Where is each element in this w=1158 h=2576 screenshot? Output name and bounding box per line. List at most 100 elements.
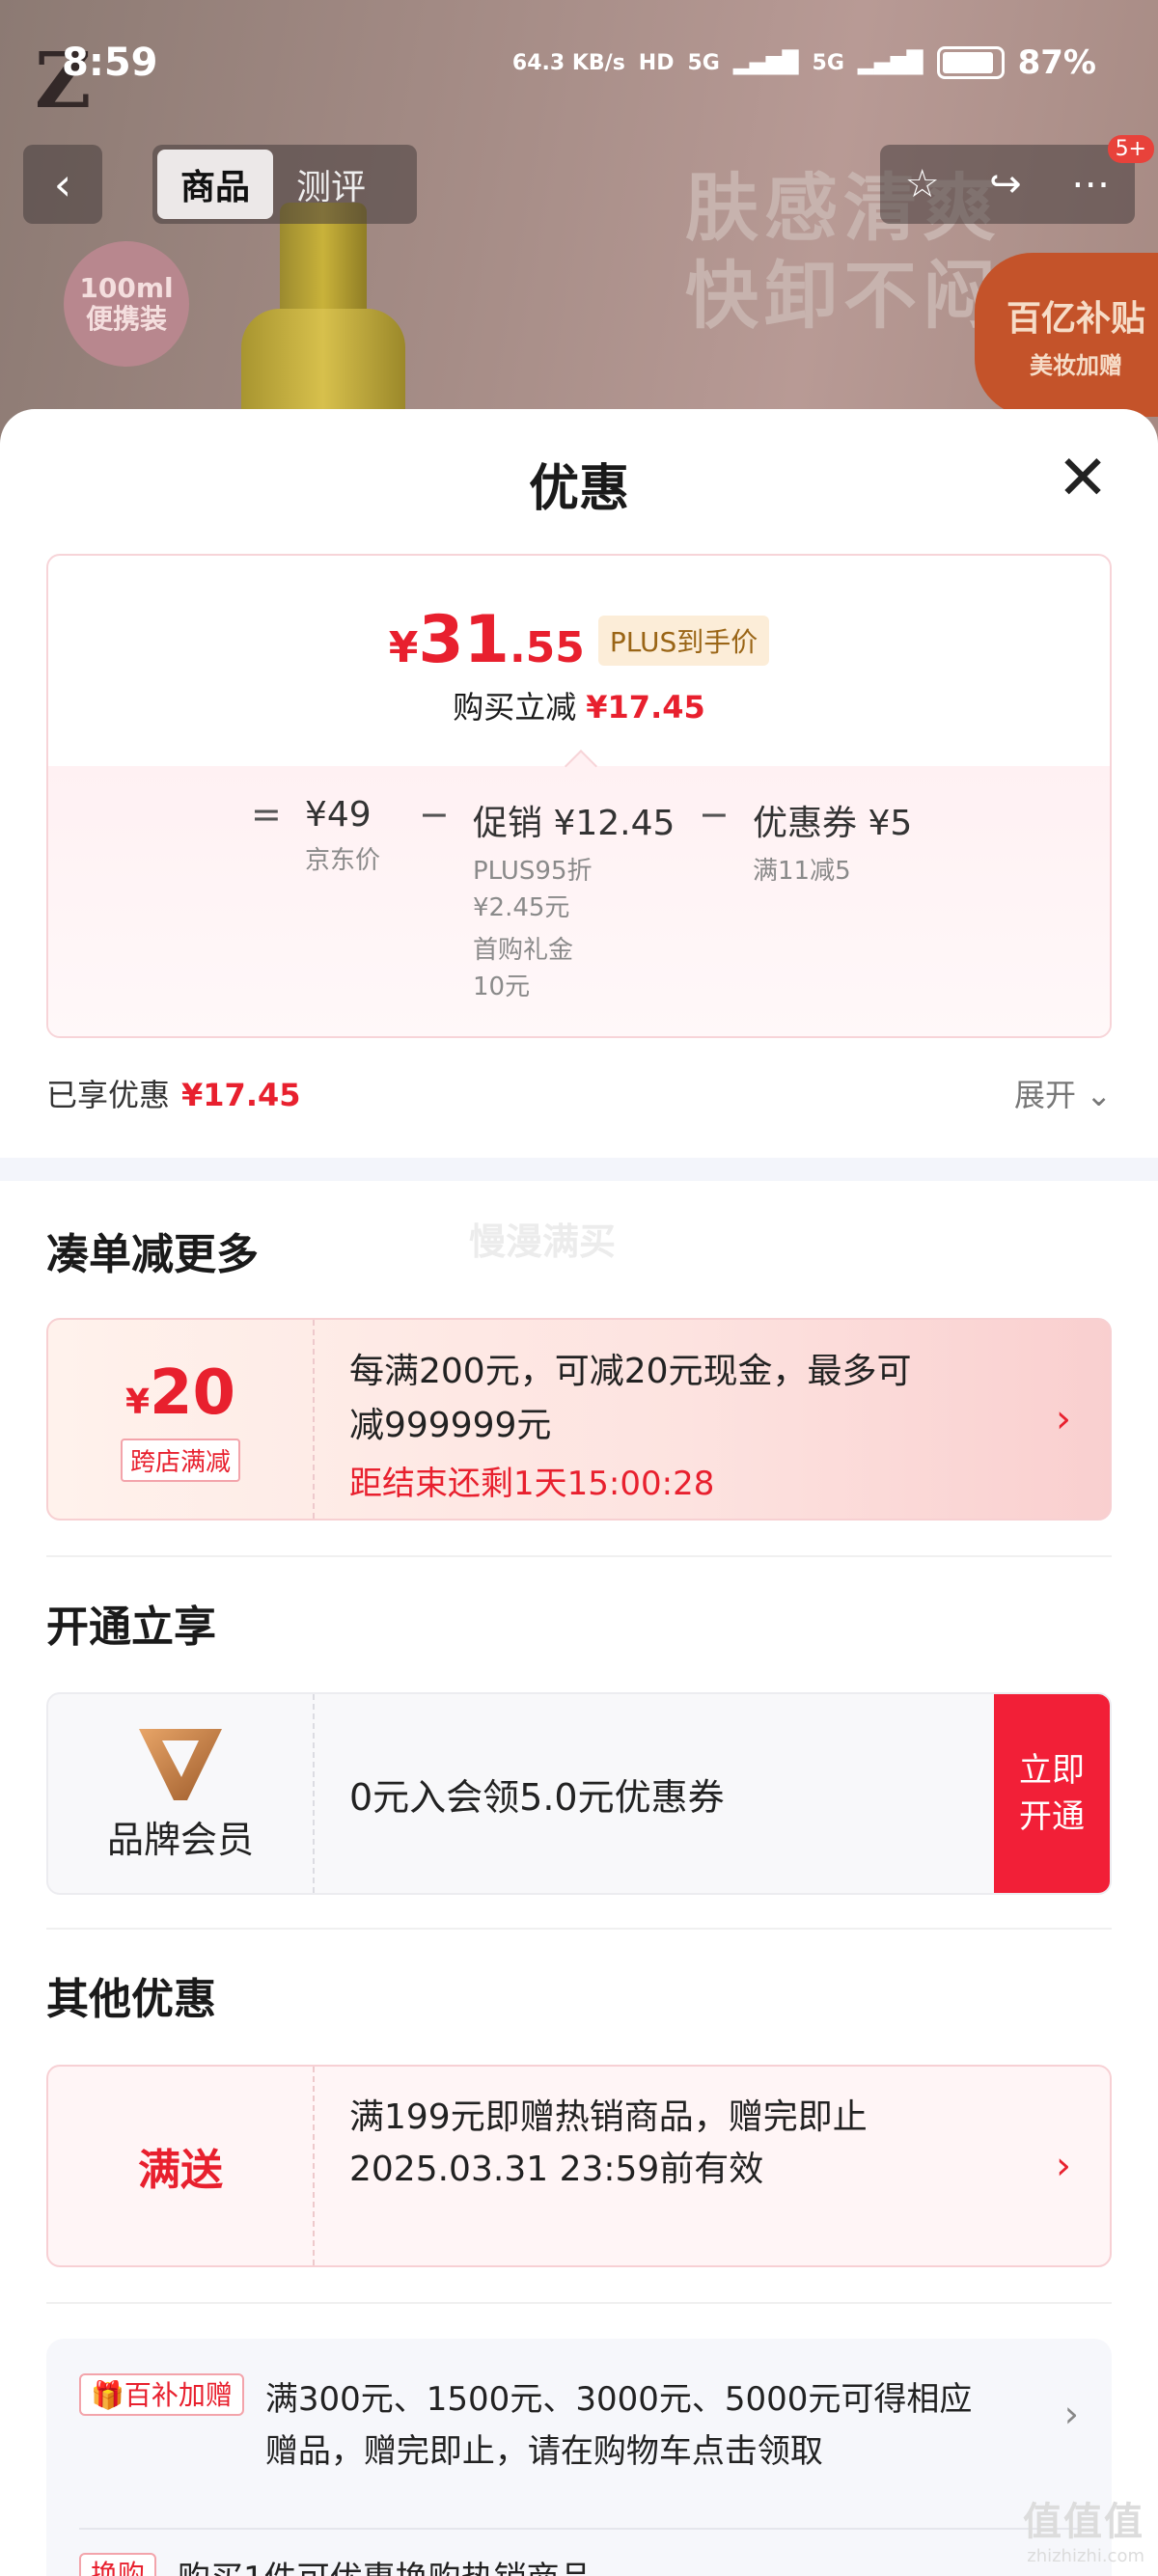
- gift-left: 满送: [48, 2067, 315, 2265]
- expand-button[interactable]: 展开 ⌄: [1014, 1071, 1112, 1115]
- minus-sign-2: −: [699, 793, 730, 836]
- promo-sub: PLUS95折 ¥2.45元 首购礼金 10元: [473, 853, 675, 1005]
- promo-list: 🎁百补加赠 满300元、1500元、3000元、5000元可得相应 赠品，赠完即…: [46, 2339, 1112, 2576]
- chevron-left-icon: ‹: [53, 158, 72, 210]
- signal-bars-icon-2: ▂▄▆█: [857, 50, 924, 75]
- coupon-currency: ¥: [124, 1382, 150, 1422]
- cross-store-coupon[interactable]: ¥20 跨店满减 每满200元，可减20元现金，最多可 减999999元 距结束…: [46, 1318, 1112, 1521]
- promo-sub4: 10元: [473, 973, 531, 1001]
- tab-product[interactable]: 商品: [157, 150, 273, 219]
- member-desc: 0元入会领5.0元优惠券: [349, 1776, 725, 1819]
- separator-3: [46, 2302, 1112, 2304]
- save-amount: ¥17.45: [586, 689, 705, 726]
- watermark-text: 慢漫满买: [469, 1220, 617, 1263]
- status-bar: 8:59 64.3 KB/s HD 5G ▂▄▆█ 5G ▂▄▆█ 87%: [0, 0, 1158, 125]
- gift-line1: 满199元即赠热销商品，赠完即止: [349, 2097, 868, 2137]
- coupon-col: 优惠券 ¥5 满11减5: [753, 795, 912, 890]
- promo-rule: [79, 2528, 1079, 2530]
- promo-col: 促销 ¥12.45 PLUS95折 ¥2.45元 首购礼金 10元: [473, 795, 675, 1005]
- gift-line2: 2025.03.31 23:59前有效: [349, 2150, 764, 2189]
- join-line1: 立即: [1019, 1751, 1085, 1790]
- price-integer: 31: [418, 602, 510, 678]
- base-price: ¥49: [305, 795, 372, 835]
- save-label: 购买立减: [453, 689, 577, 726]
- star-icon[interactable]: ☆: [905, 162, 940, 206]
- promo-item-subsidy-gift[interactable]: 🎁百补加赠 满300元、1500元、3000元、5000元可得相应 赠品，赠完即…: [79, 2373, 1079, 2478]
- chevron-right-icon-2: ›: [1056, 2144, 1071, 2188]
- subsidy-line2: 美妆加赠: [1030, 351, 1122, 379]
- promo-line1: 满300元、1500元、3000元、5000元可得相应: [264, 2380, 973, 2419]
- chevron-right-icon-3: ›: [1063, 2393, 1079, 2435]
- topbar-actions: ☆ ↪ ⋯ 5+: [880, 135, 1154, 224]
- more-icon[interactable]: ⋯: [1071, 162, 1110, 206]
- watermark-big: 值值值: [1023, 2500, 1144, 2544]
- sheet-title: 优惠: [528, 460, 629, 518]
- promo-tag-label: 百补加赠: [124, 2379, 233, 2411]
- discount-sheet: 优惠 ✕ ¥ 31 .55 PLUS到手价 购买立减 ¥17.45 = ¥49 京…: [0, 409, 1158, 2576]
- member-left: 品牌会员: [48, 1694, 315, 1893]
- purchase-discount: 购买立减 ¥17.45: [48, 683, 1110, 727]
- tab-review[interactable]: 测评: [273, 150, 389, 219]
- coupon-right: 每满200元，可减20元现金，最多可 减999999元 距结束还剩1天15:00…: [315, 1320, 1110, 1519]
- size-badge: 100ml 便携装: [64, 241, 189, 367]
- promo-tag-exchange: 换购: [79, 2553, 157, 2576]
- coupon-amount: ¥20: [125, 1357, 235, 1429]
- coupon-sub: 满11减5: [753, 857, 851, 886]
- chevron-right-icon: ›: [1056, 1397, 1071, 1441]
- promo-exchange-text: 购买1件可优惠换购热销商品: [178, 2553, 593, 2576]
- enjoyed-discount: 已享优惠 ¥17.45: [46, 1071, 301, 1115]
- subsidy-badge: 百亿补贴 美妆加赠: [975, 253, 1158, 417]
- promo-tag-subsidy: 🎁百补加赠: [79, 2373, 244, 2416]
- section-title-member: 开通立享: [46, 1603, 216, 1652]
- base-price-col: ¥49 京东价: [305, 795, 380, 879]
- price-decimal: .55: [509, 623, 585, 672]
- gift-label: 满送: [138, 2146, 223, 2195]
- final-price: ¥ 31 .55 PLUS到手价: [48, 602, 1110, 678]
- promo-item-exchange[interactable]: 换购 购买1件可优惠换购热销商品: [79, 2553, 1079, 2576]
- breakdown-notch: [565, 750, 597, 782]
- base-price-label: 京东价: [305, 846, 381, 875]
- price-card: ¥ 31 .55 PLUS到手价 购买立减 ¥17.45 = ¥49 京东价 − …: [46, 554, 1112, 1038]
- enjoyed-amount: ¥17.45: [181, 1077, 301, 1113]
- size-badge-line1: 100ml: [79, 271, 174, 304]
- gift-offer-card[interactable]: 满送 满199元即赠热销商品，赠完即止 2025.03.31 23:59前有效 …: [46, 2065, 1112, 2267]
- promo-text: 满300元、1500元、3000元、5000元可得相应 赠品，赠完即止，请在购物…: [265, 2373, 972, 2478]
- promo-line2: 赠品，赠完即止，请在购物车点击领取: [264, 2432, 823, 2471]
- chevron-down-icon: ⌄: [1086, 1077, 1112, 1113]
- join-now-button[interactable]: 立即 开通: [994, 1694, 1110, 1893]
- battery-icon: [936, 46, 1005, 79]
- coupon-title: 优惠券 ¥5: [753, 804, 913, 843]
- plus-price-tag: PLUS到手价: [597, 615, 770, 666]
- coupon-desc-line2: 减999999元: [349, 1406, 552, 1445]
- battery-percent: 87%: [1017, 43, 1096, 82]
- section-title-more: 凑单减更多: [46, 1230, 259, 1279]
- coupon-countdown: 距结束还剩1天15:00:28: [349, 1465, 715, 1503]
- coupon-value: 20: [150, 1357, 236, 1429]
- section-divider: [0, 1158, 1158, 1181]
- hd-icon: HD: [638, 50, 675, 75]
- separator: [46, 1555, 1112, 1557]
- signal-5g-icon: 5G: [687, 50, 720, 75]
- close-icon[interactable]: ✕: [1056, 448, 1110, 509]
- subsidy-line1: 百亿补贴: [1006, 298, 1145, 339]
- promo-title: 促销 ¥12.45: [473, 804, 676, 843]
- brand-member-card: 品牌会员 0元入会领5.0元优惠券 立即 开通: [46, 1692, 1112, 1895]
- status-icons: 64.3 KB/s HD 5G ▂▄▆█ 5G ▂▄▆█ 87%: [512, 43, 1096, 82]
- product-topbar: ‹ 商品 测评 ☆ ↪ ⋯ 5+: [23, 135, 1154, 224]
- product-tabs: 商品 测评: [152, 145, 417, 224]
- message-badge: 5+: [1107, 135, 1154, 163]
- signal-5g-icon-2: 5G: [812, 50, 844, 75]
- status-time: 8:59: [62, 41, 158, 85]
- site-watermark: 值值值 zhizhizhi.com: [1023, 2490, 1144, 2566]
- slogan-line2: 快卸不闷: [685, 253, 1002, 340]
- net-speed: 64.3 KB/s: [511, 50, 625, 75]
- coupon-left: ¥20 跨店满减: [48, 1320, 315, 1519]
- section-title-other: 其他优惠: [46, 1975, 216, 2024]
- enjoyed-label: 已享优惠: [46, 1077, 171, 1113]
- promo-sub2: ¥2.45元: [473, 893, 570, 922]
- back-button[interactable]: ‹: [23, 145, 102, 224]
- brand-v-icon: [137, 1725, 224, 1802]
- minus-sign: −: [419, 793, 450, 836]
- share-icon[interactable]: ↪: [989, 162, 1022, 206]
- promo-sub3: 首购礼金: [473, 936, 574, 965]
